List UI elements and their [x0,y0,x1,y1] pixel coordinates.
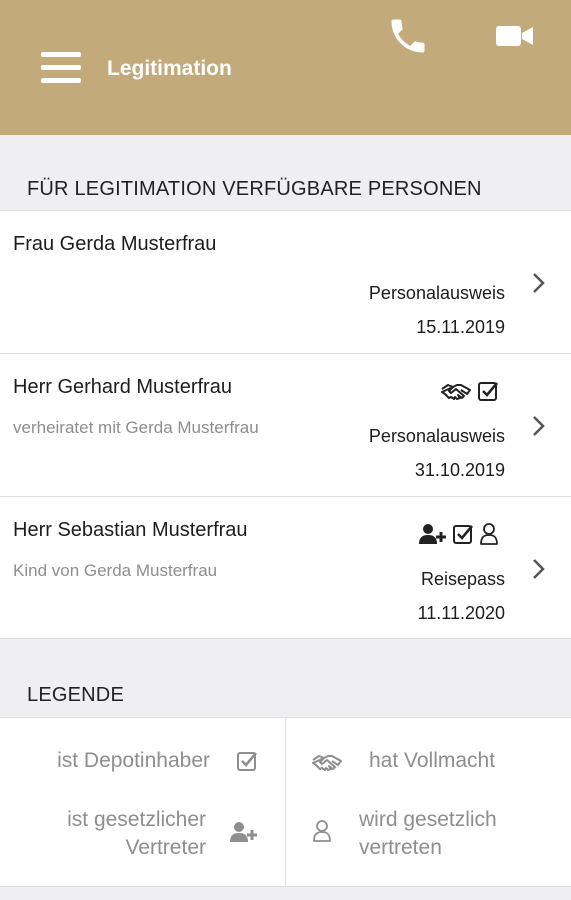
person-relation: Kind von Gerda Musterfrau [13,561,218,580]
chevron-right-icon [533,559,545,579]
user-outline-icon [480,523,498,545]
person-name: Herr Gerhard Musterfrau [13,376,232,398]
user-outline-icon [313,820,331,842]
legend-label-vertreter-line1: ist gesetzlicher [67,808,206,831]
legend-label-vertreter-line2: Vertreter [125,836,206,859]
person-document-type: Personalausweis [368,426,505,446]
person-role-icons [419,521,499,547]
legend-divider [285,718,286,888]
person-document-date: 15.11.2019 [416,317,505,337]
person-document-type: Personalausweis [368,283,505,303]
person-list: Frau Gerda Musterfrau Personalausweis 15… [0,210,571,639]
legend-label-vertreten: wird gesetzlich vertreten [359,806,497,862]
legend-label-depotinhaber: ist Depotinhaber [57,749,210,772]
person-name: Frau Gerda Musterfrau [13,233,217,255]
hamburger-icon-bar [41,65,81,70]
bottom-strip [0,888,571,900]
chevron-right-icon [533,273,545,293]
app-bar: Legitimation [0,0,571,135]
hamburger-icon-bar [41,78,81,83]
checkbox-icon [478,382,498,401]
phone-icon [391,19,425,53]
user-add-icon [419,524,446,544]
person-relation: verheiratet mit Gerda Musterfrau [13,418,259,437]
phone-button[interactable] [386,14,430,58]
person-row[interactable]: Herr Sebastian Musterfrau Kind von Gerda… [0,496,571,639]
hamburger-icon [41,52,81,57]
legend-label-vertreten-line2: vertreten [359,836,442,859]
user-add-icon [230,822,257,842]
handshake-icon [312,755,342,771]
checkbox-icon [453,525,473,544]
hamburger-menu-button[interactable] [41,52,81,84]
person-name: Herr Sebastian Musterfrau [13,519,248,541]
handshake-icon [441,384,471,400]
person-document-date: 31.10.2019 [414,460,505,480]
person-document-type: Reisepass [420,569,505,589]
person-role-icons [440,378,499,404]
person-row[interactable]: Frau Gerda Musterfrau Personalausweis 15… [0,210,571,353]
legend-panel: ist Depotinhaber ist gesetzlicher Vertre… [0,717,571,888]
section-heading-persons: FÜR LEGITIMATION VERFÜGBARE PERSONEN [27,178,482,200]
legend-label-vertreten-line1: wird gesetzlich [359,808,497,831]
legend-label-vertreter: ist gesetzlicher Vertreter [20,806,206,862]
section-heading-legend: LEGENDE [27,684,124,706]
video-call-button[interactable] [496,22,534,50]
page-title: Legitimation [107,57,232,80]
video-camera-icon [496,26,533,46]
person-row[interactable]: Herr Gerhard Musterfrau verheiratet mit … [0,353,571,496]
legend-label-vollmacht: hat Vollmacht [369,749,496,772]
person-document-date: 11.11.2020 [417,603,505,623]
checkbox-icon [237,752,257,771]
chevron-right-icon [533,416,545,436]
